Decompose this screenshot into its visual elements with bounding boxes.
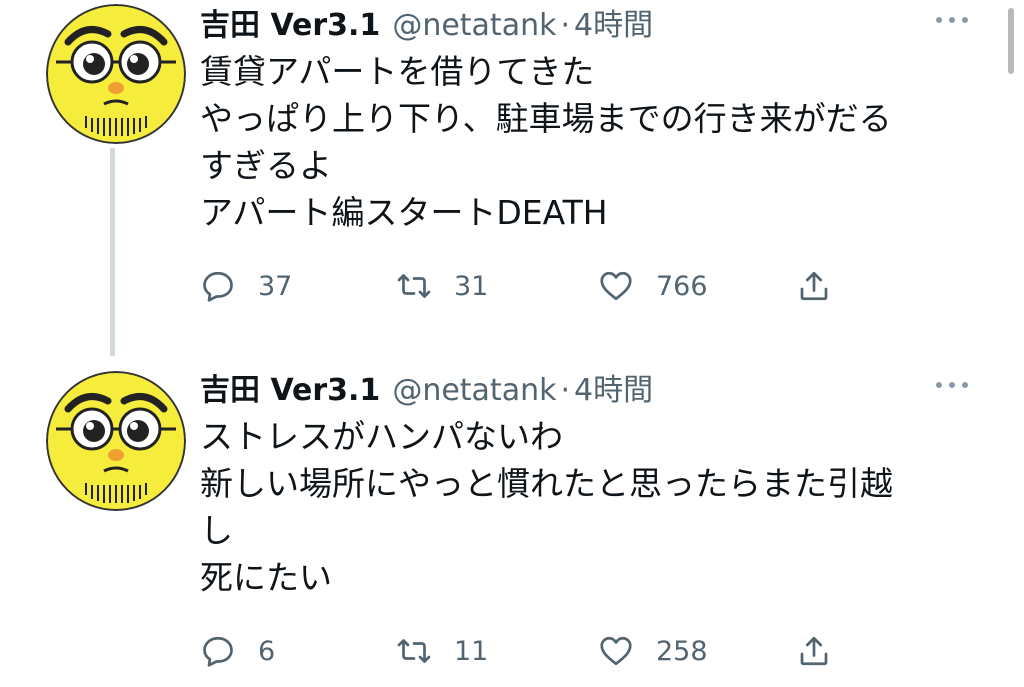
separator-dot: · [560,373,571,408]
like-button[interactable]: 766 [598,264,708,308]
avatar-icon [46,4,186,144]
more-options-icon[interactable] [936,373,976,397]
more-options-icon[interactable] [936,8,976,32]
tweet-text-line: 新しい場所にやっと慣れたと思ったらまた引越 [200,464,893,503]
tweet-text-line: し [200,511,233,550]
reply-button[interactable]: 6 [200,629,275,673]
display-name[interactable]: 吉田 Ver3.1 [200,0,380,44]
reply-icon [203,636,233,667]
heart-icon [600,271,632,301]
scrollbar[interactable] [1008,8,1014,74]
share-button[interactable] [796,264,832,308]
avatar[interactable] [46,4,186,144]
tweet-actions: 6 11 258 [200,629,860,673]
timestamp[interactable]: 4時間 [574,0,653,44]
reply-count: 6 [258,635,276,667]
like-count: 258 [656,635,708,667]
retweet-button[interactable]: 31 [396,264,488,308]
tweet-text-line: やっぱり上り下り、駐車場までの行き来がだる [200,99,892,138]
heart-icon [600,636,632,666]
tweet-text-line: 賃貸アパートを借りてきた [200,52,595,91]
tweet[interactable]: 吉田 Ver3.1 @netatank · 4時間 賃貸アパートを借りてきた や… [0,0,1024,356]
reply-icon [203,271,233,302]
user-handle[interactable]: @netatank [392,8,556,43]
tweet-text: ストレスがハンパないわ 新しい場所にやっと慣れたと思ったらまた引越 し 死にたい [200,413,990,601]
tweet-actions: 37 31 766 [200,264,860,308]
share-icon [800,271,828,301]
user-handle[interactable]: @netatank [392,373,556,408]
retweet-icon [397,639,431,663]
display-name[interactable]: 吉田 Ver3.1 [200,365,380,409]
avatar-icon [46,371,186,511]
avatar[interactable] [46,371,186,511]
tweet-header: 吉田 Ver3.1 @netatank · 4時間 [200,0,653,44]
separator-dot: · [560,8,571,43]
retweet-count: 11 [454,635,489,667]
share-icon [800,636,828,666]
like-count: 766 [656,270,708,302]
tweet-text-line: ストレスがハンパないわ [200,417,563,456]
tweet-text: 賃貸アパートを借りてきた やっぱり上り下り、駐車場までの行き来がだる すぎるよ … [200,48,990,236]
reply-button[interactable]: 37 [200,264,292,308]
tweet[interactable]: 吉田 Ver3.1 @netatank · 4時間 ストレスがハンパないわ 新し… [0,365,1024,687]
tweet-text-line: 死にたい [200,558,332,597]
share-button[interactable] [796,629,832,673]
retweet-count: 31 [454,270,489,302]
like-button[interactable]: 258 [598,629,708,673]
tweet-header: 吉田 Ver3.1 @netatank · 4時間 [200,365,653,409]
thread-line [110,148,115,356]
retweet-button[interactable]: 11 [396,629,488,673]
tweet-text-line: すぎるよ [200,146,332,185]
reply-count: 37 [258,270,293,302]
timestamp[interactable]: 4時間 [574,365,653,409]
retweet-icon [397,274,431,298]
tweet-text-line: アパート編スタートDEATH [200,193,608,232]
